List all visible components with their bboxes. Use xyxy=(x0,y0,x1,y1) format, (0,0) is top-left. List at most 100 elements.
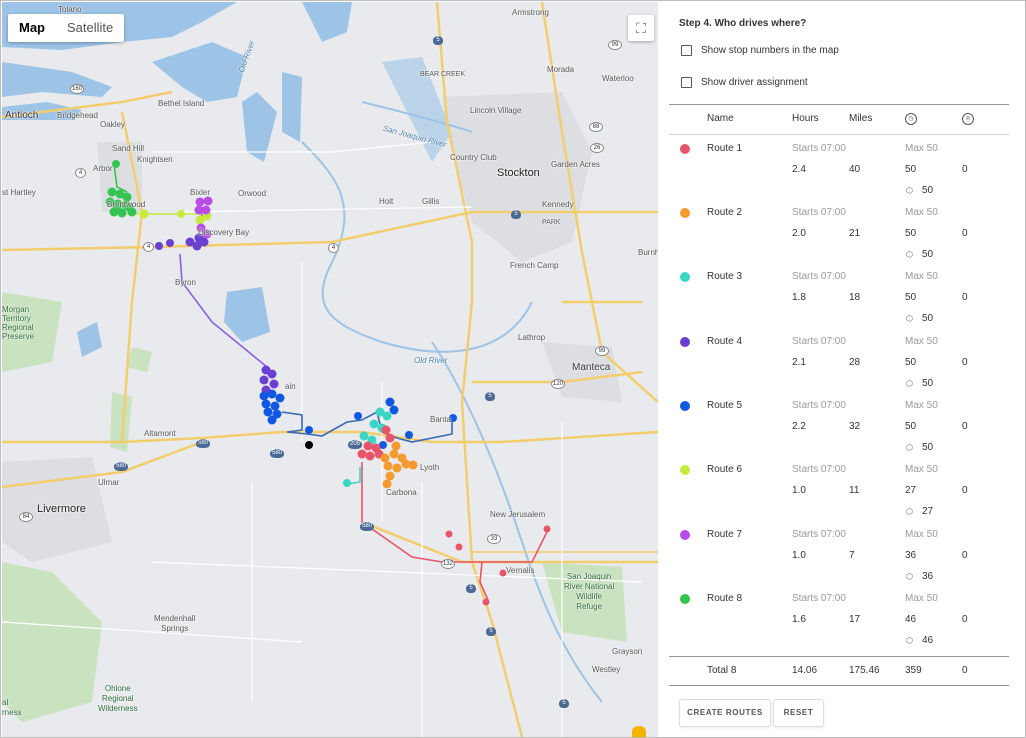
column-header-name: Name xyxy=(707,113,734,124)
route-hours: 2.1 xyxy=(792,357,806,368)
map-label: Morgan Territory Regional Preserve xyxy=(2,305,35,341)
interstate-shield: 580 xyxy=(360,522,374,531)
divider xyxy=(669,685,1009,686)
total-hours: 14.06 xyxy=(792,665,818,676)
state-route-shield: 84 xyxy=(19,512,33,522)
map-label: Discovery Bay xyxy=(198,228,250,237)
map-label: Stockton xyxy=(497,167,540,179)
route-name: Route 1 xyxy=(707,143,743,154)
route-stops: 50 xyxy=(905,357,917,368)
route-max-stops: Max 50 xyxy=(905,593,938,604)
map-label: Knightsen xyxy=(137,155,173,164)
route-name: Route 6 xyxy=(707,464,743,475)
state-route-shield: 132 xyxy=(441,559,455,569)
map-label: Westley xyxy=(592,665,621,674)
column-header-miles: Miles xyxy=(849,113,873,124)
route-stops: 50 xyxy=(905,228,917,239)
package-icon: ⬡ xyxy=(906,572,913,581)
option-label: Show driver assignment xyxy=(701,77,808,88)
package-icon: ⬡ xyxy=(906,507,913,516)
map-label: Country Club xyxy=(450,153,497,162)
map-label: Armstrong xyxy=(512,8,549,17)
map-label: Carbona xyxy=(386,488,417,497)
route-pickups: 0 xyxy=(962,550,968,561)
stop-numbers-checkbox[interactable] xyxy=(681,45,692,56)
total-label: Total 8 xyxy=(707,665,737,676)
stops-route-2[interactable] xyxy=(380,441,418,489)
route-row[interactable]: Route 1 Starts 07:00 Max 50 2.4 40 50 0 … xyxy=(659,143,1025,207)
route-hours: 1.0 xyxy=(792,485,806,496)
fullscreen-icon[interactable]: ⛶ xyxy=(628,15,654,41)
divider xyxy=(669,134,1009,135)
route-miles: 18 xyxy=(849,292,861,303)
reset-button[interactable]: RESET xyxy=(773,699,824,727)
state-route-shield: 160 xyxy=(70,84,84,94)
route-start-time: Starts 07:00 xyxy=(792,143,846,154)
route-row[interactable]: Route 4 Starts 07:00 Max 50 2.1 28 50 0 … xyxy=(659,336,1025,400)
map-label: Tolano xyxy=(58,5,82,14)
route-miles: 17 xyxy=(849,614,861,625)
map-label: Bridgehead xyxy=(57,111,98,120)
route-miles: 28 xyxy=(849,357,861,368)
map-label: Waterloo xyxy=(602,74,634,83)
route-color-dot xyxy=(680,272,690,282)
interstate-shield: 5 xyxy=(466,584,476,593)
route-stops: 36 xyxy=(905,550,917,561)
route-miles: 11 xyxy=(849,485,860,496)
route-row[interactable]: Route 3 Starts 07:00 Max 50 1.8 18 50 0 … xyxy=(659,271,1025,335)
package-icon: ⬡ xyxy=(906,314,913,323)
map-label: Bixler xyxy=(190,188,211,197)
route-color-dot xyxy=(680,465,690,475)
map-label: Ohlone Regional Wilderness xyxy=(98,684,138,713)
map-canvas[interactable] xyxy=(2,2,658,737)
option-stop-numbers[interactable]: Show stop numbers in the map xyxy=(681,45,839,56)
package-icon: ⬡ xyxy=(906,186,913,195)
state-route-shield: 33 xyxy=(487,534,501,544)
pegman-icon[interactable] xyxy=(632,726,646,737)
route-packages: 46 xyxy=(922,635,934,646)
step-title: Step 4. Who drives where? xyxy=(679,18,807,29)
map-label: Mendenhall Springs xyxy=(154,614,196,633)
route-packages: 36 xyxy=(922,571,934,582)
route-row[interactable]: Route 6 Starts 07:00 Max 50 1.0 11 27 0 … xyxy=(659,464,1025,528)
route-start-time: Starts 07:00 xyxy=(792,271,846,282)
map-type-satellite-button[interactable]: Satellite xyxy=(56,14,124,42)
route-pickups: 0 xyxy=(962,228,968,239)
depot-marker[interactable] xyxy=(305,441,313,449)
route-packages: 27 xyxy=(922,506,934,517)
map-type-control: Map Satellite xyxy=(8,14,125,42)
route-miles: 7 xyxy=(849,550,855,561)
route-packages: 50 xyxy=(922,313,934,324)
route-start-time: Starts 07:00 xyxy=(792,336,846,347)
driver-assignment-checkbox[interactable] xyxy=(681,77,692,88)
route-pickups: 0 xyxy=(962,357,968,368)
route-name: Route 7 xyxy=(707,529,743,540)
route-row[interactable]: Route 2 Starts 07:00 Max 50 2.0 21 50 0 … xyxy=(659,207,1025,271)
route-stops: 50 xyxy=(905,164,917,175)
map-label: Ulmar xyxy=(98,478,120,487)
route-pickups: 0 xyxy=(962,164,968,175)
interstate-shield: 580 xyxy=(196,439,210,448)
interstate-shield: 5 xyxy=(485,392,495,401)
state-route-shield: 4 xyxy=(75,168,86,178)
route-row[interactable]: Route 8 Starts 07:00 Max 50 1.6 17 46 0 … xyxy=(659,593,1025,657)
route-row[interactable]: Route 5 Starts 07:00 Max 50 2.2 32 50 0 … xyxy=(659,400,1025,464)
state-route-shield: 99 xyxy=(608,40,622,50)
route-name: Route 5 xyxy=(707,400,743,411)
route-max-stops: Max 50 xyxy=(905,464,938,475)
map-type-map-button[interactable]: Map xyxy=(8,14,56,42)
state-route-shield: 99 xyxy=(595,346,609,356)
create-routes-button[interactable]: CREATE ROUTES xyxy=(679,699,771,727)
interstate-shield: 580 xyxy=(114,462,128,471)
map-label: Lathrop xyxy=(518,333,546,342)
map-label: Lincoln Village xyxy=(470,106,522,115)
map-label: PARK xyxy=(542,219,561,226)
map-view[interactable]: Tolano Armstrong Morada Waterloo BEAR CR… xyxy=(2,2,658,737)
route-max-stops: Max 50 xyxy=(905,529,938,540)
option-driver-assignment[interactable]: Show driver assignment xyxy=(681,77,808,88)
map-label: al rness xyxy=(2,698,22,717)
route-row[interactable]: Route 7 Starts 07:00 Max 50 1.0 7 36 0 ⬡… xyxy=(659,529,1025,593)
map-label: Kennedy xyxy=(542,200,574,209)
package-icon: ⬡ xyxy=(906,443,913,452)
route-start-time: Starts 07:00 xyxy=(792,464,846,475)
